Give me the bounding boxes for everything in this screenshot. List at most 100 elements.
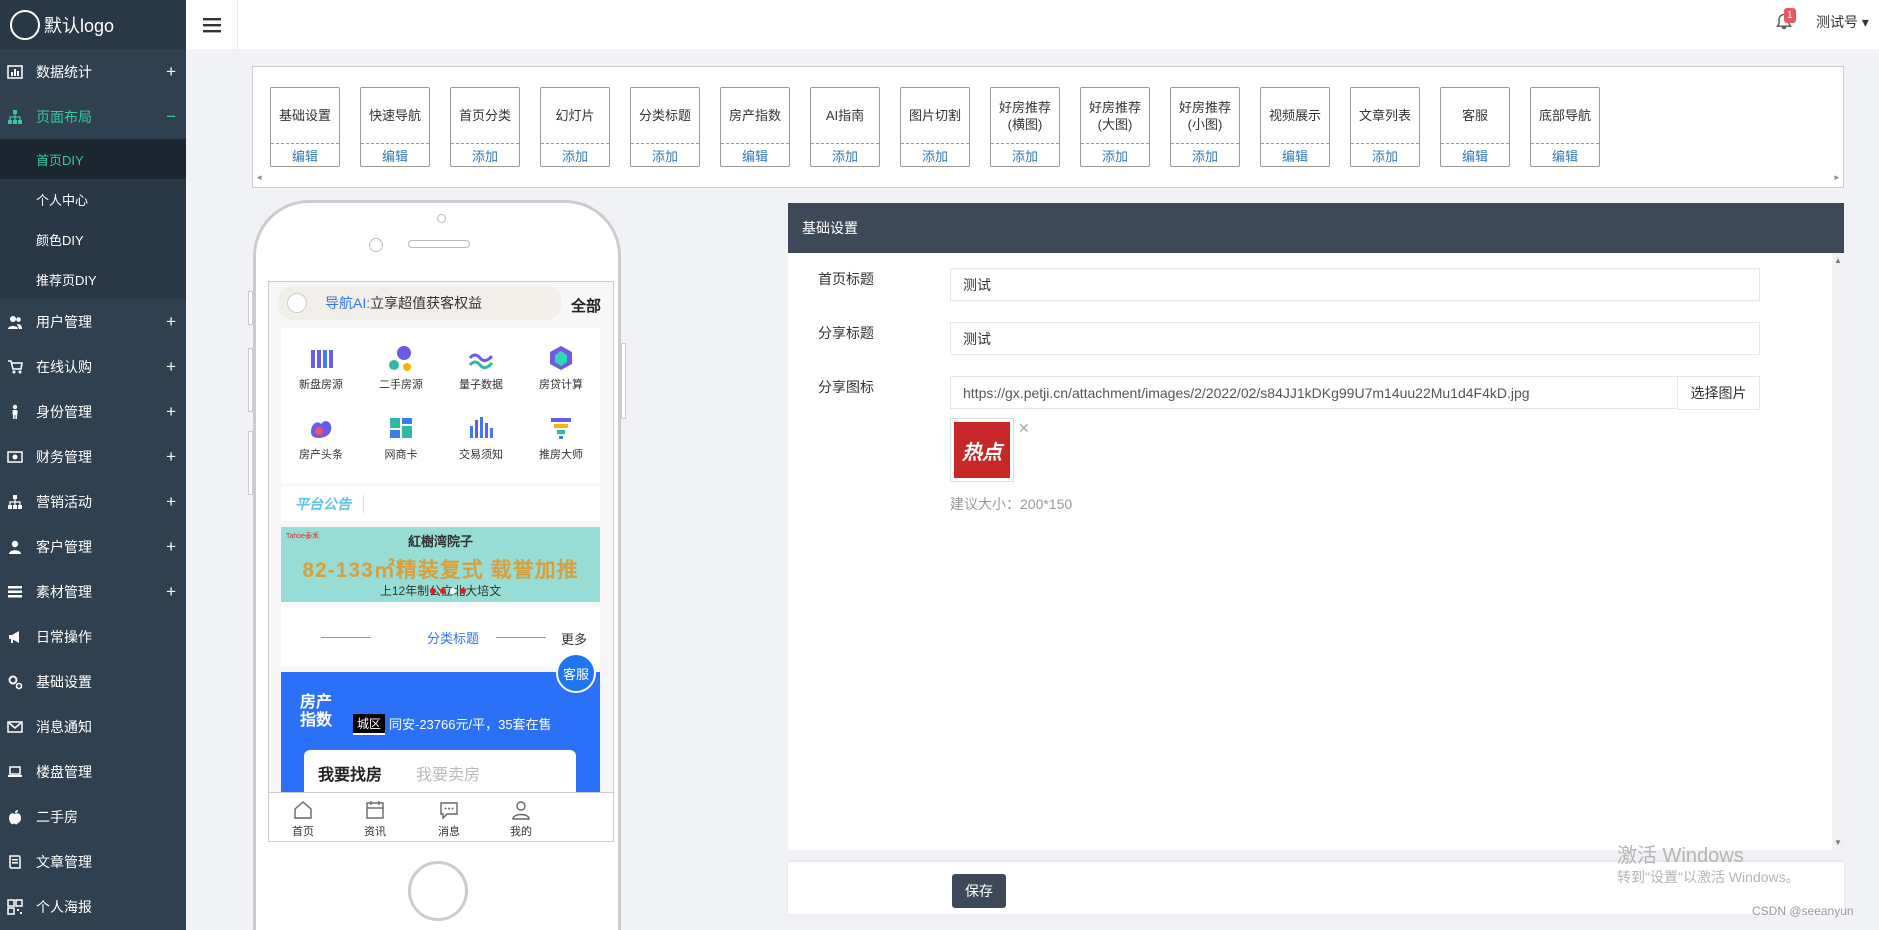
nav-item-quantum-data[interactable]: 量子数据 [441,344,521,392]
module-action-link[interactable]: 编辑 [271,144,339,166]
module-action-link[interactable]: 添加 [541,144,609,166]
search-bar[interactable]: 导航AI: 立享超值获客权益 [277,286,562,320]
logo[interactable]: 默认logo [0,0,186,49]
module-action-link[interactable]: 添加 [991,144,1059,166]
sidebar-item[interactable]: 财务管理 + [0,434,186,479]
sidebar-item[interactable]: 页面布局 − [0,94,186,139]
module-card[interactable]: 快速导航 编辑 [360,87,430,167]
module-action-link[interactable]: 编辑 [1441,144,1509,166]
expand-icon[interactable]: + [166,447,176,467]
sidebar-subitem[interactable]: 首页DIY [0,139,186,179]
banner-dot[interactable] [460,588,466,594]
module-card[interactable]: 分类标题 添加 [630,87,700,167]
tab-home[interactable]: 首页 [273,799,333,839]
module-action-link[interactable]: 编辑 [721,144,789,166]
tab-sell-house[interactable]: 我要卖房 [416,761,480,785]
sidebar-item[interactable]: 客户管理 + [0,524,186,569]
save-button[interactable]: 保存 [952,874,1006,908]
sidebar-subitem[interactable]: 颜色DIY [0,219,186,259]
banner-dot[interactable] [430,588,436,594]
expand-icon[interactable]: + [166,357,176,377]
category-more-link[interactable]: 更多 [561,629,587,648]
tab-find-house[interactable]: 我要找房 [318,761,382,785]
nav-item-second-house[interactable]: 二手房源 [361,344,441,392]
module-action-link[interactable]: 添加 [1351,144,1419,166]
collapse-icon[interactable]: − [166,107,176,127]
module-action-link[interactable]: 添加 [631,144,699,166]
module-card[interactable]: 好房推荐 (横图) 添加 [990,87,1060,167]
sidebar-item[interactable]: 文章管理 [0,839,186,884]
sidebar-item[interactable]: 消息通知 [0,704,186,749]
panel-scrollbar[interactable] [1832,253,1844,850]
customer-service-button[interactable]: 客服 [556,653,596,693]
sidebar-subitem[interactable]: 个人中心 [0,179,186,219]
nav-item-trade-notice[interactable]: 交易须知 [441,414,521,462]
sidebar-item[interactable]: 二手房 [0,794,186,839]
module-card[interactable]: 客服 编辑 [1440,87,1510,167]
module-card[interactable]: 图片切割 添加 [900,87,970,167]
nav-item-new-house[interactable]: 新盘房源 [281,344,361,392]
module-action-link[interactable]: 编辑 [361,144,429,166]
user-menu[interactable]: 测试号 ▾ [1816,12,1869,32]
nav-item-master[interactable]: 推房大师 [521,414,601,462]
nav-item-headline[interactable]: 房产头条 [281,414,361,462]
module-card[interactable]: 视频展示 编辑 [1260,87,1330,167]
expand-icon[interactable]: + [166,582,176,602]
banner-slide[interactable]: Tahoe泰禾 紅樹湾院子 82-133㎡精装复式 载誉加推 上12年制公立北大… [281,527,600,602]
sidebar-subitem[interactable]: 推荐页DIY [0,259,186,299]
announcement-bar[interactable]: 平台公告 [281,487,600,521]
sidebar-item[interactable]: 基础设置 [0,659,186,704]
module-card[interactable]: 好房推荐 (小图) 添加 [1170,87,1240,167]
all-link[interactable]: 全部 [571,295,601,316]
module-action-link[interactable]: 添加 [1081,144,1149,166]
scroll-right-icon[interactable]: ▸ [1834,172,1839,183]
module-card[interactable]: 幻灯片 添加 [540,87,610,167]
scroll-down-icon[interactable]: ▼ [1834,838,1842,847]
module-action-link[interactable]: 编辑 [1261,144,1329,166]
tab-news[interactable]: 资讯 [345,799,405,839]
module-card[interactable]: AI指南 添加 [810,87,880,167]
sidebar-item[interactable]: 用户管理 + [0,299,186,344]
nav-item-card[interactable]: 网商卡 [361,414,441,462]
module-action-link[interactable]: 编辑 [1531,144,1599,166]
scroll-left-icon[interactable]: ◂ [257,172,262,183]
module-card[interactable]: 好房推荐 (大图) 添加 [1080,87,1150,167]
module-action-link[interactable]: 添加 [1171,144,1239,166]
module-toolbar: 基础设置 编辑 快速导航 编辑 首页分类 添加 幻灯片 添加 分类标题 添加 房产指数 编辑 AI指南添… [252,66,1844,188]
module-name: 基础设置 [271,88,339,144]
expand-icon[interactable]: + [166,492,176,512]
share-title-input[interactable]: 测试 [950,322,1760,355]
module-card[interactable]: 首页分类 添加 [450,87,520,167]
module-card[interactable]: 基础设置 编辑 [270,87,340,167]
sidebar-item[interactable]: 营销活动 + [0,479,186,524]
list-icon [6,583,24,601]
banner-dot[interactable] [440,588,446,594]
share-icon-url-input[interactable]: https://gx.petji.cn/attachment/images/2/… [950,376,1678,409]
expand-icon[interactable]: + [166,62,176,82]
expand-icon[interactable]: + [166,312,176,332]
module-action-link[interactable]: 添加 [811,144,879,166]
tab-mine[interactable]: 我的 [491,799,551,839]
module-card[interactable]: 底部导航 编辑 [1530,87,1600,167]
remove-image-icon[interactable]: ✕ [1018,420,1030,437]
tab-message[interactable]: 消息 [419,799,479,839]
scroll-up-icon[interactable]: ▲ [1834,256,1842,265]
expand-icon[interactable]: + [166,402,176,422]
home-title-input[interactable]: 测试 [950,268,1760,301]
sidebar-item[interactable]: 数据统计 + [0,49,186,94]
sidebar-item[interactable]: 素材管理 + [0,569,186,614]
module-action-link[interactable]: 添加 [901,144,969,166]
module-card[interactable]: 文章列表 添加 [1350,87,1420,167]
sidebar-item[interactable]: 身份管理 + [0,389,186,434]
menu-toggle-button[interactable] [186,0,238,49]
select-image-button[interactable]: 选择图片 [1677,376,1760,410]
nav-item-loan-calc[interactable]: 房贷计算 [521,344,601,392]
expand-icon[interactable]: + [166,537,176,557]
banner-dot[interactable] [450,588,456,594]
module-card[interactable]: 房产指数 编辑 [720,87,790,167]
module-action-link[interactable]: 添加 [451,144,519,166]
sidebar-item[interactable]: 楼盘管理 [0,749,186,794]
sidebar-item[interactable]: 个人海报 [0,884,186,929]
sidebar-item[interactable]: 日常操作 [0,614,186,659]
sidebar-item[interactable]: 在线认购 + [0,344,186,389]
